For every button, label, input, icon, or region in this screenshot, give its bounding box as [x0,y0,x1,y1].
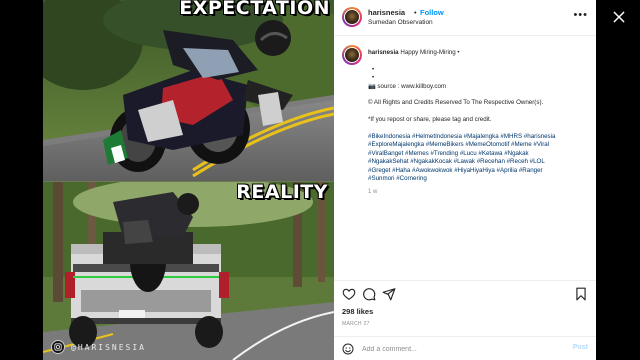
like-count[interactable]: 298 likes [342,307,373,316]
caption-rights: © All Rights and Credits Reserved To The… [368,99,544,107]
comment-input[interactable] [362,342,552,356]
hashtag-line[interactable]: #Sunmori #Cornering [368,175,590,183]
expectation-photo [43,0,334,181]
close-icon[interactable] [612,10,626,24]
post-panel: harisnesia • Follow Sumedan Observation … [334,0,596,360]
header-separator: • [414,8,417,17]
header-username[interactable]: harisnesia [368,8,405,17]
hashtag-line[interactable]: #Greget #Haha #Awokwokwok #HiyaHiyaHiya … [368,167,590,175]
caption-dot: • [372,74,375,82]
reality-photo [43,182,334,360]
caption-avatar[interactable] [342,45,362,65]
post-modal: EXPECTATION REALITY @HARISNESIA harisnes… [0,0,640,360]
caption-username[interactable]: harisnesia [368,49,399,56]
hashtag-line[interactable]: #NgakakSehat #NgakakKocak #Lawak #Receha… [368,158,590,166]
post-date: MARCH 27 [342,321,370,327]
more-horizontal-icon[interactable]: ••• [573,9,588,21]
post-header: harisnesia • Follow Sumedan Observation … [334,0,596,36]
caption-text: harisnesia Happy Miring-Miring • • • 📷 s… [368,49,590,197]
action-bar [334,280,596,306]
heart-icon[interactable] [342,287,356,301]
emoji-icon[interactable] [342,343,354,355]
watermark: @HARISNESIA [51,340,146,354]
paper-plane-icon[interactable] [382,287,396,301]
caption-section: harisnesia Happy Miring-Miring • • • 📷 s… [334,37,596,272]
caption-timestamp[interactable]: 1 w [368,188,590,196]
hashtag-line[interactable]: #BikeIndonesia #HelmetIndonesia #Majalen… [368,133,590,141]
hashtag-line[interactable]: #ExploreMajalengka #MemeBikers #MemeOtom… [368,141,590,149]
follow-button[interactable]: Follow [420,8,444,17]
avatar[interactable] [342,7,362,27]
instagram-icon [51,340,65,354]
bookmark-icon[interactable] [574,287,588,301]
comment-bar: Post [334,336,596,360]
post-image[interactable]: EXPECTATION REALITY @HARISNESIA [43,0,334,360]
caption-repost-note: *If you repost or share, please tag and … [368,116,492,124]
caption-headline: Happy Miring-Miring • [400,49,460,56]
location-link[interactable]: Sumedan Observation [368,19,433,26]
expectation-caption: EXPECTATION [179,0,330,19]
comment-icon[interactable] [362,287,376,301]
post-button[interactable]: Post [573,344,588,351]
hashtag-line[interactable]: #ViralBanget #Memes #Trending #Lucu #Ket… [368,150,590,158]
watermark-text: @HARISNESIA [71,342,146,352]
caption-source: 📷 source : www.killboy.com [368,82,447,90]
reality-caption: REALITY [236,181,328,203]
caption-dot: • [372,65,375,73]
